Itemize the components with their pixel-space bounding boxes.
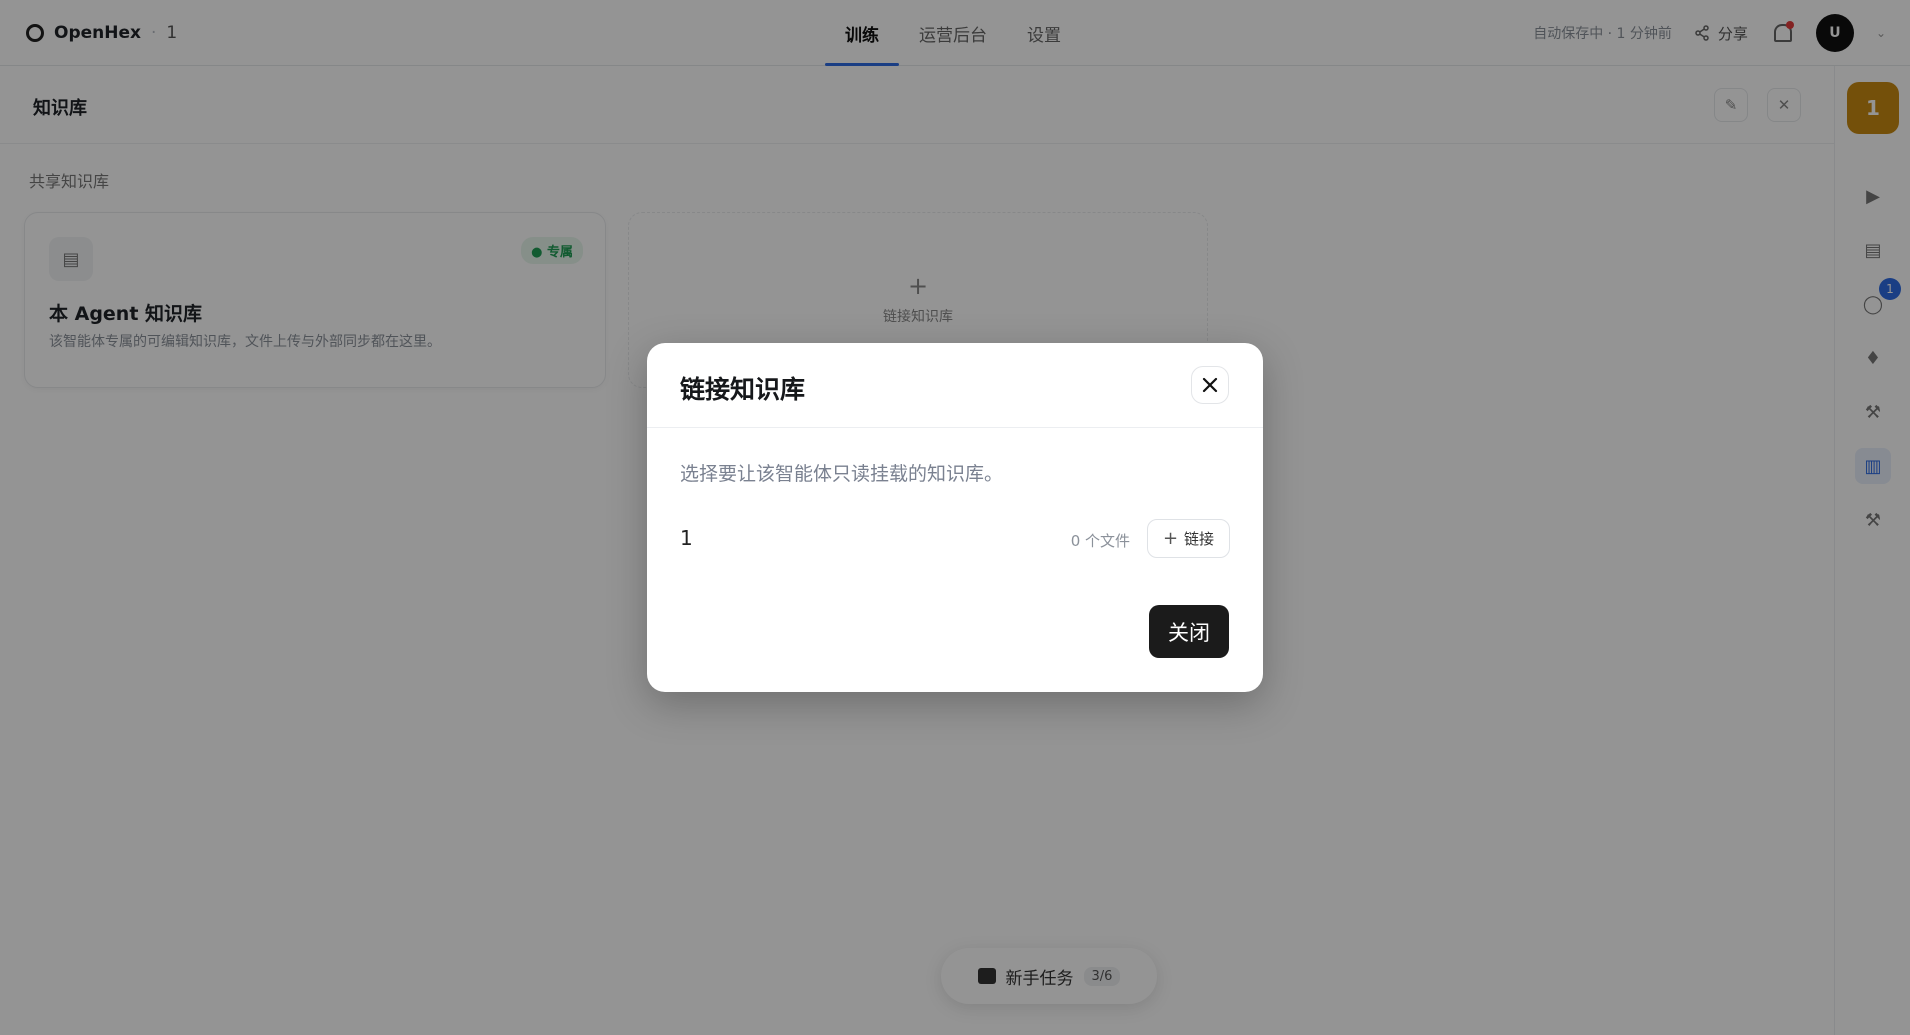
close-icon — [1202, 377, 1218, 393]
kb-item-name: 1 — [680, 526, 693, 550]
plus-icon: + — [1162, 527, 1179, 549]
link-button-label: 链接 — [1184, 530, 1215, 548]
dialog-close-button[interactable] — [1191, 366, 1229, 404]
kb-item-file-count: 0 个文件 — [1070, 532, 1130, 550]
link-button[interactable]: + 链接 — [1147, 519, 1230, 558]
link-kb-dialog: 链接知识库 选择要让该智能体只读挂载的知识库。 1 0 个文件 + 链接 关闭 — [647, 343, 1263, 692]
dialog-title: 链接知识库 — [680, 375, 806, 404]
close-button[interactable]: 关闭 — [1149, 605, 1229, 658]
kb-list-item: 1 0 个文件 + 链接 — [680, 519, 1230, 559]
app-root: OpenHex · 1 训练 运营后台 设置 自动保存中 · 1 分钟前 分享 — [0, 0, 1910, 1035]
dialog-description: 选择要让该智能体只读挂载的知识库。 — [680, 463, 1004, 485]
dialog-header: 链接知识库 — [647, 343, 1263, 428]
